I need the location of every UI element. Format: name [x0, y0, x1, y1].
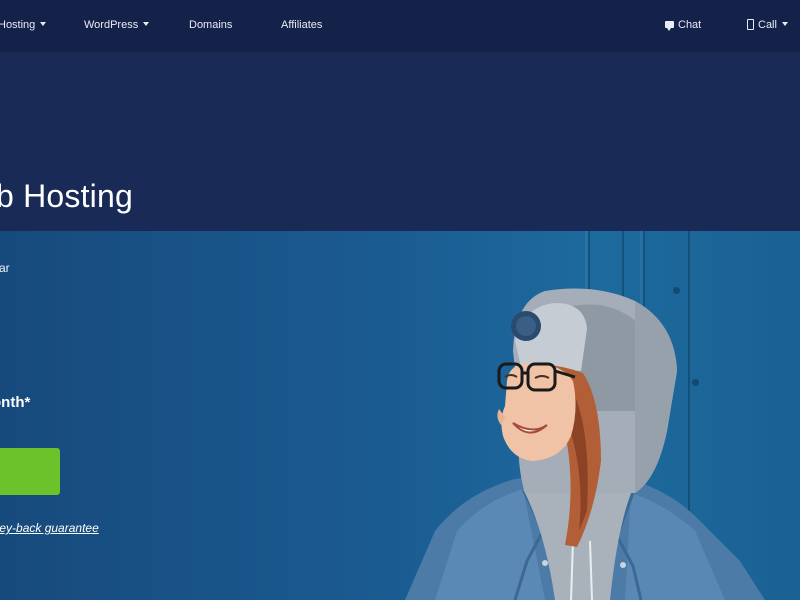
nav-item-affiliates[interactable]: Affiliates: [281, 19, 322, 31]
nav-item-domains[interactable]: Domains: [189, 19, 232, 31]
nav-item-label: Affiliates: [281, 19, 323, 31]
get-started-button[interactable]: [0, 448, 60, 495]
hero-photo: [405, 288, 765, 600]
chat-bubble-icon: [665, 20, 674, 31]
call-button[interactable]: Call: [747, 18, 788, 31]
price-text: onth*: [0, 394, 31, 411]
top-nav: Hosting WordPress Domains Affiliates Cha…: [0, 0, 800, 52]
nav-item-label: Hosting: [0, 19, 36, 31]
nav-item-hosting[interactable]: Hosting: [0, 19, 47, 31]
nav-item-label: WordPress: [84, 19, 139, 31]
nav-item-wordpress[interactable]: WordPress: [84, 19, 150, 31]
chat-button[interactable]: Chat: [665, 19, 701, 31]
hero-subtitle-fragment: ar: [0, 261, 10, 275]
chevron-down-icon: [781, 22, 788, 27]
hero-section: ar onth* oney-back guarantee: [0, 231, 800, 600]
phone-icon: [747, 18, 754, 30]
money-back-guarantee-link[interactable]: oney-back guarantee: [0, 521, 99, 535]
call-label: Call: [758, 19, 777, 31]
nav-item-label: Domains: [189, 19, 233, 31]
chevron-down-icon: [40, 22, 47, 27]
page-title: eb Hosting: [0, 178, 133, 214]
chat-label: Chat: [678, 19, 702, 31]
chevron-down-icon: [143, 22, 150, 27]
